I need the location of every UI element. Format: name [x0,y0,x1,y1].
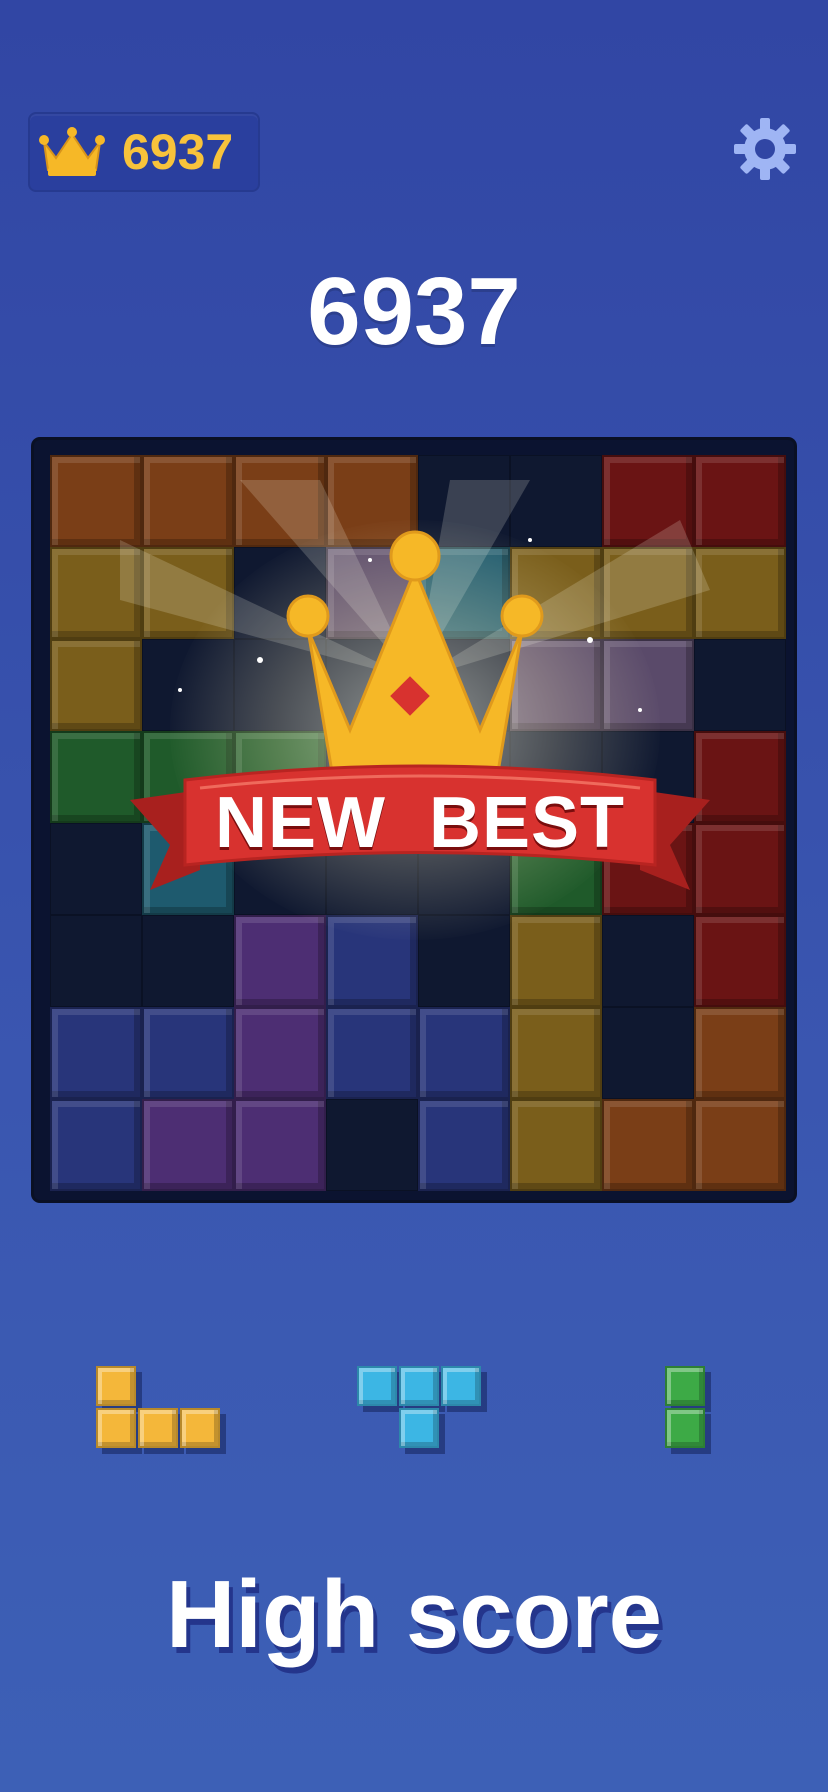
board-cell-empty[interactable] [142,639,234,731]
board-cell-block[interactable] [602,455,694,547]
board-cell-block[interactable] [326,455,418,547]
board-cell-block[interactable] [50,547,142,639]
board-cell-block[interactable] [234,1099,326,1191]
board-cell-empty[interactable] [602,1007,694,1099]
best-score-badge: 6937 [28,112,260,192]
piece-block [399,1408,439,1448]
board-cell-block[interactable] [326,915,418,1007]
board-cell-block[interactable] [142,1007,234,1099]
board-cell-block[interactable] [234,455,326,547]
board-cell-empty[interactable] [602,915,694,1007]
board-cell-block[interactable] [50,639,142,731]
board-cell-block[interactable] [602,639,694,731]
board-cell-block[interactable] [418,1099,510,1191]
board-cell-block[interactable] [510,915,602,1007]
piece-block [665,1408,705,1448]
piece-block [441,1366,481,1406]
board-cell-block[interactable] [694,547,786,639]
board-cell-empty[interactable] [694,639,786,731]
board-cell-empty[interactable] [50,915,142,1007]
board-cell-empty[interactable] [510,455,602,547]
board-cell-block[interactable] [602,547,694,639]
board-cell-block[interactable] [694,915,786,1007]
caption-text: High score [165,1561,663,1668]
board-cell-block[interactable] [510,1099,602,1191]
board-cell-block[interactable] [694,455,786,547]
crown-icon [39,127,105,176]
piece-block [96,1408,136,1448]
board-cell-block[interactable] [694,1007,786,1099]
board-cell-block[interactable] [142,455,234,547]
board-cell-empty[interactable] [418,455,510,547]
board-cell-block[interactable] [418,1007,510,1099]
board-cell-block[interactable] [50,731,142,823]
board-cell-block[interactable] [50,1007,142,1099]
board-cell-empty[interactable] [234,547,326,639]
board-cell-block[interactable] [510,1007,602,1099]
board-cell-block[interactable] [142,547,234,639]
board-cell-empty[interactable] [50,823,142,915]
current-score: 6937 [307,258,521,365]
board-cell-empty[interactable] [418,915,510,1007]
piece-block [180,1408,220,1448]
board-cell-block[interactable] [234,1007,326,1099]
board-cell-block[interactable] [694,1099,786,1191]
board-cell-block[interactable] [50,1099,142,1191]
gear-icon[interactable] [732,116,798,182]
board-cell-block[interactable] [50,455,142,547]
board-cell-block[interactable] [234,915,326,1007]
board-cell-empty[interactable] [234,639,326,731]
piece-block [357,1366,397,1406]
board-cell-block[interactable] [602,1099,694,1191]
board-cell-empty[interactable] [142,915,234,1007]
board-cell-empty[interactable] [326,1099,418,1191]
board-cell-block[interactable] [326,1007,418,1099]
board-cell-block[interactable] [510,547,602,639]
board-cell-block[interactable] [142,1099,234,1191]
piece-block [138,1408,178,1448]
piece-block [399,1366,439,1406]
board-cell-empty[interactable] [418,639,510,731]
new-best-label: NEW BEST [214,783,625,863]
board-cell-block[interactable] [418,547,510,639]
best-score-value: 6937 [122,124,234,180]
board-cell-empty[interactable] [326,639,418,731]
board-cell-block[interactable] [326,547,418,639]
piece-block [96,1366,136,1406]
piece-block [665,1366,705,1406]
board-cell-block[interactable] [510,639,602,731]
